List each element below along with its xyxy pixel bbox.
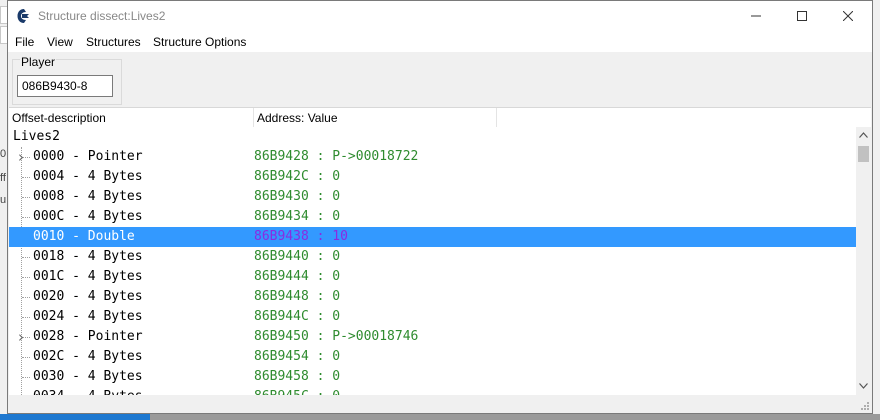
menu-view[interactable]: View <box>47 35 73 49</box>
close-icon <box>842 10 854 22</box>
tree-connector <box>22 197 30 198</box>
tree-connector <box>22 177 30 178</box>
title-bar[interactable]: Structure dissect:Lives2 <box>8 1 872 32</box>
resize-grip-icon[interactable] <box>860 401 870 411</box>
tree-row[interactable]: 0018 - 4 Bytes 86B9440 : 0 <box>9 247 856 267</box>
offset-description: 0010 - Double <box>33 229 135 244</box>
tree-row[interactable]: 0008 - 4 Bytes 86B9430 : 0 <box>9 187 856 207</box>
tree-connector <box>22 297 30 298</box>
offset-description: 0000 - Pointer <box>33 149 143 164</box>
tree-row[interactable]: 001C - 4 Bytes 86B9444 : 0 <box>9 267 856 287</box>
scroll-thumb[interactable] <box>858 146 869 162</box>
cheat-engine-icon <box>17 9 29 23</box>
address-value: 86B9440 : 0 <box>254 249 341 264</box>
tree-row[interactable]: 002C - 4 Bytes 86B9454 : 0 <box>9 347 856 367</box>
minimize-icon <box>751 15 761 17</box>
root-label: Lives2 <box>13 129 60 144</box>
expand-chevron-icon[interactable]: › <box>18 147 24 167</box>
address-value: 86B944C : 0 <box>254 309 341 324</box>
structure-dissect-window: Structure dissect:Lives2 File View Struc… <box>7 0 873 414</box>
background-taskbar-strip <box>0 414 150 420</box>
address-value: 86B9430 : 0 <box>254 189 341 204</box>
offset-description: 0024 - 4 Bytes <box>33 309 143 324</box>
scroll-up-button[interactable] <box>856 127 871 144</box>
tree-row[interactable]: › 0028 - Pointer 86B9450 : P->00018746 <box>9 327 856 347</box>
address-value: 86B9458 : 0 <box>254 369 341 384</box>
address-value: 86B945C : 0 <box>254 387 340 395</box>
offset-description: 0008 - 4 Bytes <box>33 189 143 204</box>
background-strip <box>150 414 880 420</box>
tree-connector <box>22 257 30 258</box>
tree-root[interactable]: Lives2 <box>9 127 856 147</box>
column-header-row: Offset-description Address: Value <box>9 108 871 127</box>
close-button[interactable] <box>825 1 871 32</box>
tree-row[interactable]: 000C - 4 Bytes 86B9434 : 0 <box>9 207 856 227</box>
offset-description: 0034 - 4 Bytes <box>33 387 143 395</box>
tree-row[interactable]: 0024 - 4 Bytes 86B944C : 0 <box>9 307 856 327</box>
address-value: 86B9448 : 0 <box>254 289 341 304</box>
offset-description: 0020 - 4 Bytes <box>33 289 143 304</box>
tree-row[interactable]: 0010 - Double 86B9438 : 10 <box>9 227 856 247</box>
tree-row[interactable]: 0030 - 4 Bytes 86B9458 : 0 <box>9 367 856 387</box>
offset-description: 000C - 4 Bytes <box>33 209 143 224</box>
chevron-down-icon <box>859 383 868 389</box>
tree-row[interactable]: 0020 - 4 Bytes 86B9448 : 0 <box>9 287 856 307</box>
player-group-box: Player 086B9430-8 <box>12 55 122 105</box>
vertical-scrollbar[interactable] <box>856 127 871 395</box>
address-field[interactable]: 086B9430-8 <box>17 75 113 97</box>
address-value: 86B942C : 0 <box>254 169 341 184</box>
tree-connector <box>22 277 30 278</box>
offset-description: 0028 - Pointer <box>33 329 143 344</box>
column-divider[interactable] <box>496 108 497 127</box>
offset-description: 001C - 4 Bytes <box>33 269 143 284</box>
column-header-address[interactable]: Address: Value <box>257 111 338 125</box>
maximize-button[interactable] <box>779 1 825 32</box>
menu-bar: File View Structures Structure Options <box>8 32 872 52</box>
offset-description: 0030 - 4 Bytes <box>33 369 143 384</box>
menu-structure-options[interactable]: Structure Options <box>153 35 246 49</box>
menu-file[interactable]: File <box>15 35 34 49</box>
offset-description: 0004 - 4 Bytes <box>33 169 143 184</box>
structure-tree[interactable]: Offset-description Address: Value Lives2… <box>9 107 871 395</box>
offset-description: 0018 - 4 Bytes <box>33 249 143 264</box>
player-group-label: Player <box>20 55 57 69</box>
expand-chevron-icon[interactable]: › <box>18 327 24 347</box>
address-value: 86B9434 : 0 <box>254 209 341 224</box>
tree-row[interactable]: 0004 - 4 Bytes 86B942C : 0 <box>9 167 856 187</box>
address-value: 86B9450 : P->00018746 <box>254 329 419 344</box>
minimize-button[interactable] <box>733 1 779 32</box>
column-divider[interactable] <box>253 108 254 127</box>
tree-connector <box>22 357 30 358</box>
chevron-up-icon <box>859 132 868 138</box>
tree-connector <box>22 317 30 318</box>
tree-connector <box>22 377 30 378</box>
scroll-down-button[interactable] <box>856 378 871 395</box>
tree-connector <box>22 217 30 218</box>
column-header-offset[interactable]: Offset-description <box>12 111 106 125</box>
tree-row[interactable]: › 0000 - Pointer 86B9428 : P->00018722 <box>9 147 856 167</box>
window-title: Structure dissect:Lives2 <box>38 9 166 23</box>
address-value: 86B9454 : 0 <box>254 349 341 364</box>
menu-structures[interactable]: Structures <box>86 35 141 49</box>
address-value: 86B9428 : P->00018722 <box>254 149 419 164</box>
tree-rows: Lives2 › 0000 - Pointer 86B9428 : P->00018… <box>9 127 856 395</box>
address-value: 86B9438 : 10 <box>254 229 348 244</box>
maximize-icon <box>797 11 807 21</box>
offset-description: 002C - 4 Bytes <box>33 349 143 364</box>
tree-row[interactable]: 0034 - 4 Bytes 86B945C : 0 <box>9 387 856 395</box>
address-value: 86B9444 : 0 <box>254 269 341 284</box>
